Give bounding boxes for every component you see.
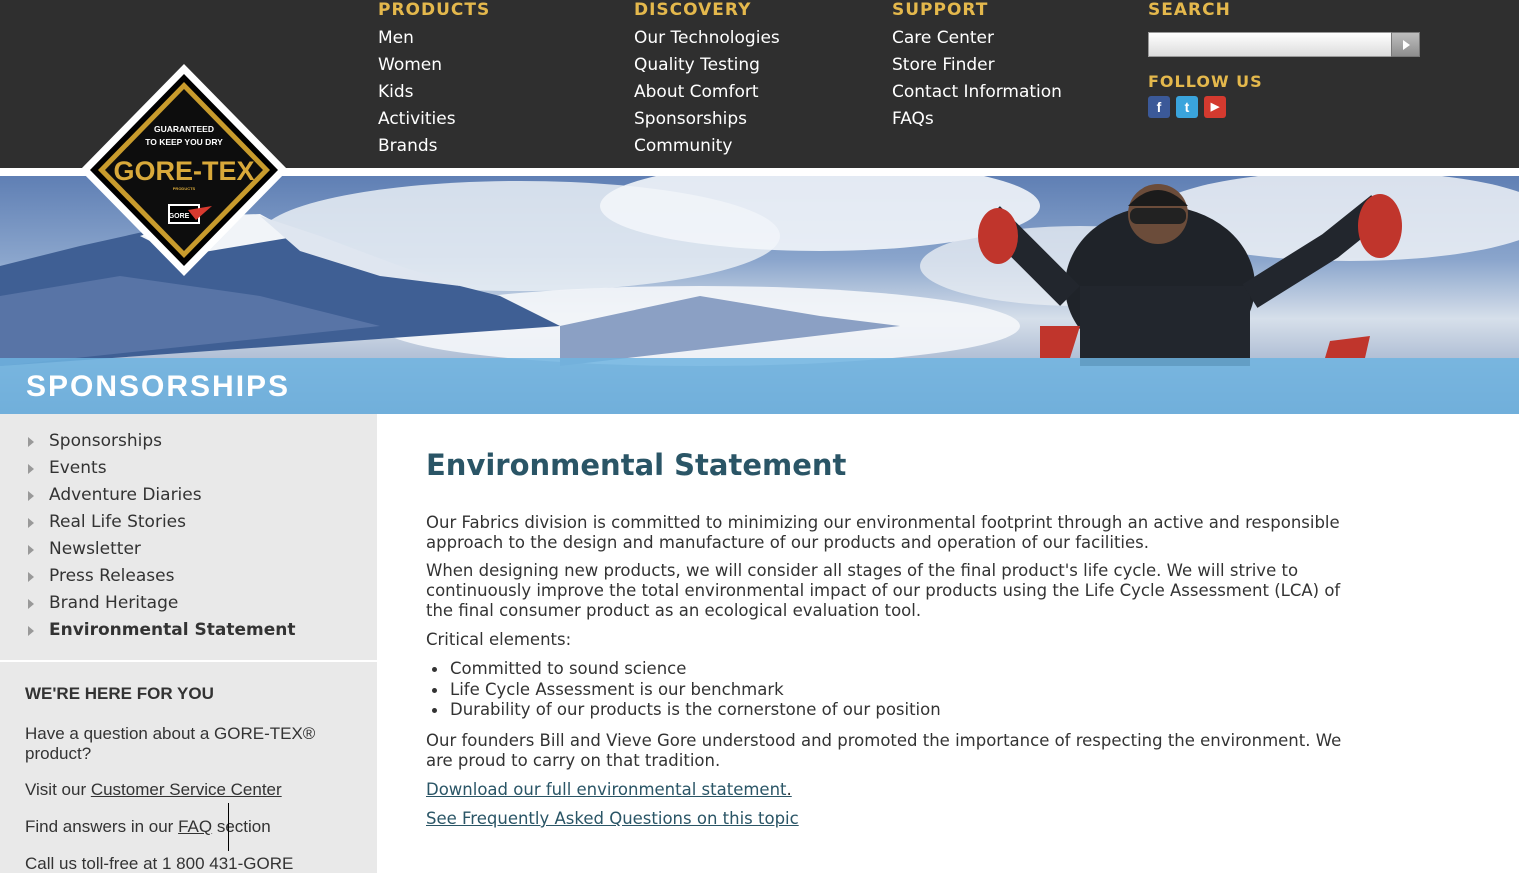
critical-elements-label: Critical elements: [426,630,572,649]
nav-link-care-center[interactable]: Care Center [892,25,1062,52]
lifecycle-paragraph: When designing new products, we will con… [426,561,1341,620]
sidebar-nav: Sponsorships Events Adventure Diaries Re… [0,428,377,644]
download-statement-line: Download our full environmental statemen… [426,780,792,799]
nav-link-about-comfort[interactable]: About Comfort [634,79,780,106]
svg-text:PRODUCTS: PRODUCTS [173,186,196,191]
arrow-right-icon [28,518,34,528]
nav-column-discovery: DISCOVERY Our Technologies Quality Testi… [634,0,780,160]
left-sidebar: Sponsorships Events Adventure Diaries Re… [0,414,377,873]
sidebar-item-sponsorships[interactable]: Sponsorships [0,428,377,455]
arrow-right-icon [28,437,34,447]
nav-link-women[interactable]: Women [378,52,490,79]
page-title: Environmental Statement [426,448,847,482]
nav-column-support: SUPPORT Care Center Store Finder Contact… [892,0,1062,133]
nav-link-quality-testing[interactable]: Quality Testing [634,52,780,79]
nav-heading-discovery: DISCOVERY [634,0,752,20]
search-submit-button[interactable] [1391,32,1420,57]
nav-link-contact-information[interactable]: Contact Information [892,79,1062,106]
nav-link-kids[interactable]: Kids [378,79,490,106]
founders-paragraph: Our founders Bill and Vieve Gore underst… [426,731,1342,770]
help-question: Have a question about a GORE-TEX® produc… [25,724,316,763]
svg-text:GORE-TEX: GORE-TEX [113,156,254,186]
nav-link-brands[interactable]: Brands [378,133,490,160]
svg-text:GUARANTEED: GUARANTEED [154,124,214,134]
nav-link-sponsorships[interactable]: Sponsorships [634,106,780,133]
arrow-right-icon [28,626,34,636]
arrow-right-icon [28,491,34,501]
nav-link-community[interactable]: Community [634,133,780,160]
list-item: Durability of our products is the corner… [432,700,941,719]
nav-link-store-finder[interactable]: Store Finder [892,52,1062,79]
follow-us-heading: FOLLOW US [1148,72,1263,91]
nav-link-activities[interactable]: Activities [378,106,490,133]
svg-text:TO KEEP YOU DRY: TO KEEP YOU DRY [145,137,223,147]
nav-link-faqs[interactable]: FAQs [892,106,1062,133]
svg-text:GORE: GORE [169,213,190,220]
critical-elements-list: Committed to sound science Life Cycle As… [432,659,941,721]
search-heading-wrap: SEARCH [1148,0,1231,22]
twitter-icon[interactable]: t [1176,96,1198,118]
arrow-right-icon [28,545,34,555]
customer-service-link[interactable]: Customer Service Center [91,780,282,799]
nav-link-men[interactable]: Men [378,25,490,52]
sidebar-item-adventure-diaries[interactable]: Adventure Diaries [0,482,377,509]
sidebar-item-newsletter[interactable]: Newsletter [0,536,377,563]
search-heading: SEARCH [1148,0,1231,20]
arrow-right-icon [28,572,34,582]
help-phone-line: Call us toll-free at 1 800 431-GORE [25,854,294,873]
text-cursor [228,803,229,851]
faq-topic-link[interactable]: See Frequently Asked Questions on this t… [426,809,799,828]
nav-link-our-technologies[interactable]: Our Technologies [634,25,780,52]
help-heading: WE'RE HERE FOR YOU [25,684,214,703]
facebook-icon[interactable]: f [1148,96,1170,118]
faq-link[interactable]: FAQ [178,817,212,836]
nav-column-products: PRODUCTS Men Women Kids Activities Brand… [378,0,490,160]
follow-us-wrap: FOLLOW US [1148,72,1263,94]
list-item: Committed to sound science [432,659,941,680]
sidebar-item-environmental-statement[interactable]: Environmental Statement [0,617,377,644]
arrow-right-icon [28,464,34,474]
search-input[interactable] [1148,32,1420,57]
help-visit-line: Visit our Customer Service Center [25,780,282,799]
intro-paragraph: Our Fabrics division is committed to min… [426,513,1340,552]
sidebar-item-events[interactable]: Events [0,455,377,482]
help-faq-line: Find answers in our FAQ section [25,817,271,836]
nav-heading-products: PRODUCTS [378,0,491,20]
download-statement-link[interactable]: Download our full environmental statemen… [426,780,787,799]
list-item: Life Cycle Assessment is our benchmark [432,680,941,701]
sidebar-item-brand-heritage[interactable]: Brand Heritage [0,590,377,617]
sidebar-item-real-life-stories[interactable]: Real Life Stories [0,509,377,536]
nav-heading-support: SUPPORT [892,0,989,20]
page-section-title: SPONSORSHIPS [26,370,291,403]
arrow-right-icon [28,599,34,609]
sidebar-divider [0,660,377,662]
youtube-icon[interactable]: ▶ [1204,96,1226,118]
sidebar-item-press-releases[interactable]: Press Releases [0,563,377,590]
gore-tex-logo[interactable]: GUARANTEED TO KEEP YOU DRY GORE-TEX PROD… [78,62,290,278]
